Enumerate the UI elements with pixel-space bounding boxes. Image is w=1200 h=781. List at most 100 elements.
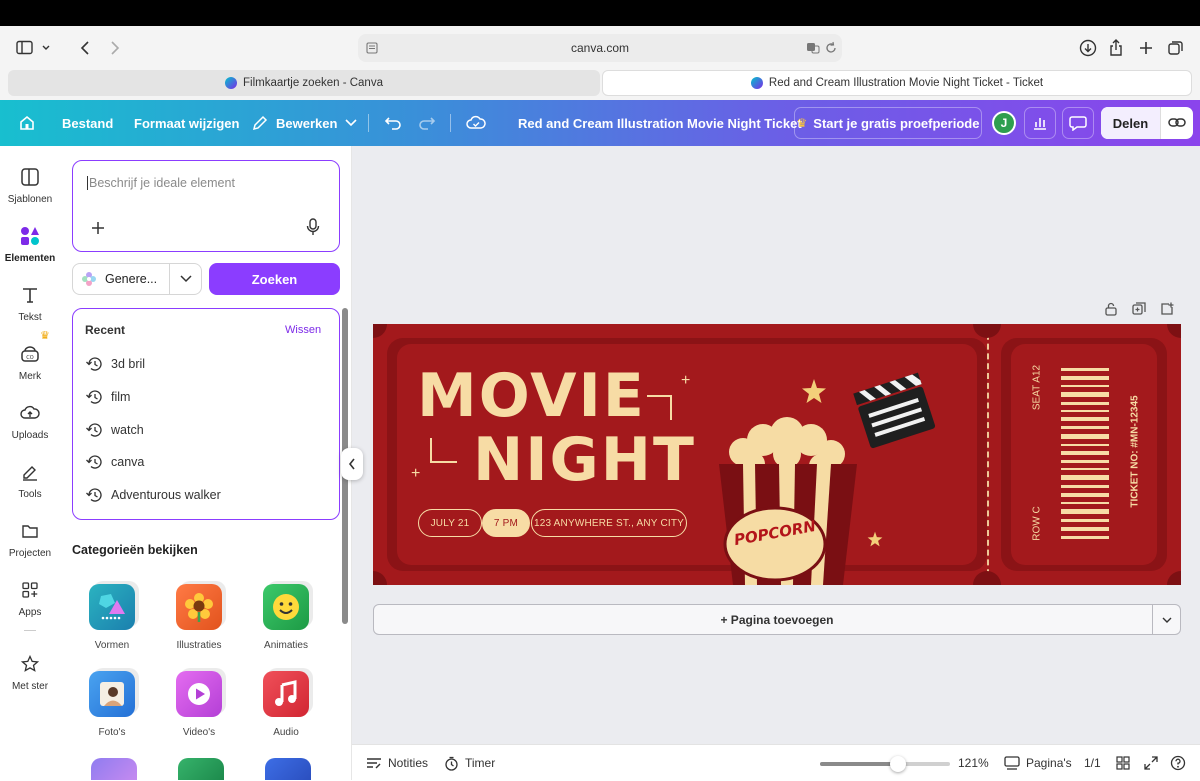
chevron-down-icon bbox=[1162, 617, 1172, 623]
rail-label: Tools bbox=[18, 489, 42, 500]
undo-button[interactable] bbox=[384, 100, 402, 146]
reload-icon[interactable] bbox=[824, 41, 838, 55]
category-vormen[interactable]: Vormen bbox=[77, 584, 147, 651]
cloud-save-status[interactable] bbox=[466, 100, 486, 146]
trial-button[interactable]: ♛ Start je gratis proefperiode bbox=[794, 107, 982, 139]
rail-item-projecten[interactable]: Projecten bbox=[0, 518, 60, 559]
collapse-panel-button[interactable] bbox=[341, 448, 363, 480]
add-page-icon[interactable] bbox=[1160, 302, 1174, 316]
timer-label: Timer bbox=[465, 756, 496, 770]
avatar: J bbox=[992, 111, 1016, 135]
duplicate-page-icon[interactable] bbox=[1132, 302, 1146, 316]
row-label: ROW C bbox=[1031, 506, 1043, 541]
rail-label: Uploads bbox=[11, 430, 49, 441]
fullscreen-button[interactable] bbox=[1144, 745, 1158, 781]
editor-toolbar: Bestand Formaat wijzigen Bewerken Red an… bbox=[0, 100, 1200, 146]
clear-recent-link[interactable]: Wissen bbox=[285, 324, 321, 336]
rail-item-uploads[interactable]: Uploads bbox=[0, 400, 60, 441]
add-page-options-button[interactable] bbox=[1152, 604, 1181, 635]
forward-button[interactable] bbox=[106, 38, 124, 58]
star-decoration-icon bbox=[802, 379, 826, 403]
rail-item-merk[interactable]: CO ♛ Merk bbox=[0, 330, 60, 382]
home-button[interactable] bbox=[18, 100, 36, 146]
category-illustraties[interactable]: Illustraties bbox=[164, 584, 234, 651]
recent-item[interactable]: Adventurous walker bbox=[85, 487, 221, 503]
rail-item-apps[interactable]: Apps bbox=[0, 577, 60, 618]
redo-button[interactable] bbox=[418, 100, 436, 146]
tab-overview-button[interactable] bbox=[1166, 38, 1186, 58]
rail-item-met-ster[interactable]: Met ster bbox=[0, 651, 60, 692]
recent-item[interactable]: film bbox=[85, 389, 130, 405]
share-button[interactable]: Delen bbox=[1101, 107, 1160, 139]
category-videos[interactable]: Video's bbox=[164, 671, 234, 738]
insights-button[interactable] bbox=[1024, 107, 1056, 139]
resize-menu[interactable]: Formaat wijzigen bbox=[134, 100, 239, 146]
address-bar[interactable]: canva.com bbox=[358, 34, 842, 62]
lock-icon[interactable] bbox=[1104, 302, 1118, 316]
zoom-slider-track[interactable] bbox=[820, 756, 950, 772]
category-animaties[interactable]: Animaties bbox=[251, 584, 321, 651]
tab-title: Filmkaartje zoeken - Canva bbox=[243, 77, 383, 89]
category-tile-partial[interactable] bbox=[178, 758, 224, 780]
category-tile-partial[interactable] bbox=[91, 758, 137, 780]
add-page-button[interactable]: + Pagina toevoegen bbox=[373, 604, 1181, 635]
share-page-button[interactable] bbox=[1106, 38, 1126, 58]
undo-icon bbox=[384, 117, 401, 130]
zoom-level[interactable]: 121% bbox=[958, 745, 989, 781]
movie-ticket-design[interactable]: MOVIE NIGHT + + POPCORN SEAT A12 ROW C T… bbox=[373, 324, 1181, 585]
edit-menu[interactable]: Bewerken bbox=[252, 100, 357, 146]
rail-label: Met ster bbox=[11, 681, 49, 692]
search-button[interactable]: Zoeken bbox=[209, 263, 340, 295]
file-menu[interactable]: Bestand bbox=[62, 100, 113, 146]
microphone-icon[interactable] bbox=[306, 218, 320, 236]
tab-filmkaartje[interactable]: Filmkaartje zoeken - Canva bbox=[8, 70, 600, 96]
rail-item-tekst[interactable]: Tekst bbox=[0, 282, 60, 323]
category-fotos[interactable]: Foto's bbox=[77, 671, 147, 738]
document-title[interactable]: Red and Cream Illustration Movie Night T… bbox=[518, 100, 802, 146]
recent-searches-dropdown: Recent Wissen 3d bril film watch canva A… bbox=[72, 308, 340, 520]
timer-button[interactable]: Timer bbox=[444, 745, 495, 781]
recent-item[interactable]: watch bbox=[85, 422, 144, 438]
recent-item-label: 3d bril bbox=[111, 357, 146, 371]
help-icon bbox=[1170, 755, 1186, 771]
zoom-slider-fill bbox=[820, 762, 898, 766]
corner-notch bbox=[373, 324, 387, 338]
avatar-button[interactable]: J bbox=[988, 107, 1020, 139]
recent-item[interactable]: 3d bril bbox=[85, 356, 145, 372]
translate-icon[interactable] bbox=[806, 41, 820, 55]
zoom-slider-thumb[interactable] bbox=[890, 756, 906, 772]
notes-button[interactable]: Notities bbox=[366, 745, 428, 781]
tab-movie-ticket[interactable]: Red and Cream Illustration Movie Night T… bbox=[602, 70, 1192, 96]
new-tab-button[interactable] bbox=[1136, 38, 1156, 58]
plus-icon[interactable] bbox=[91, 221, 105, 235]
star-decoration-icon bbox=[867, 531, 883, 547]
help-button[interactable] bbox=[1170, 745, 1186, 781]
category-audio[interactable]: Audio bbox=[251, 671, 321, 738]
sidebar-icon bbox=[16, 40, 50, 55]
corner-notch bbox=[1167, 571, 1181, 585]
pages-button[interactable]: Pagina's bbox=[1004, 745, 1072, 781]
recent-item-label: Adventurous walker bbox=[111, 488, 221, 502]
recent-item-label: canva bbox=[111, 455, 145, 469]
grid-view-button[interactable] bbox=[1116, 745, 1130, 781]
downloads-button[interactable] bbox=[1078, 38, 1098, 58]
prompt-input-box[interactable]: Beschrijf je ideale element bbox=[72, 160, 340, 252]
comments-button[interactable] bbox=[1062, 107, 1094, 139]
share-link-button[interactable] bbox=[1160, 107, 1193, 139]
generate-type-select[interactable]: Genere... bbox=[72, 263, 202, 295]
sidebar-toggle-button[interactable] bbox=[12, 36, 56, 60]
page-count: 1/1 bbox=[1084, 756, 1101, 770]
recent-item[interactable]: canva bbox=[85, 454, 144, 470]
history-icon bbox=[86, 357, 102, 371]
shapes-category-icon bbox=[89, 584, 135, 630]
rail-label: Tekst bbox=[18, 312, 42, 323]
rail-item-sjablonen[interactable]: Sjablonen bbox=[0, 164, 60, 205]
category-tile-partial[interactable] bbox=[265, 758, 311, 780]
frame-corner-decoration bbox=[647, 395, 672, 420]
link-icon bbox=[1168, 118, 1186, 127]
chevron-left-icon bbox=[348, 458, 355, 470]
chevron-down-icon bbox=[345, 119, 357, 127]
back-button[interactable] bbox=[76, 38, 94, 58]
rail-item-tools[interactable]: Tools bbox=[0, 459, 60, 500]
rail-item-elementen[interactable]: Elementen bbox=[0, 223, 60, 264]
